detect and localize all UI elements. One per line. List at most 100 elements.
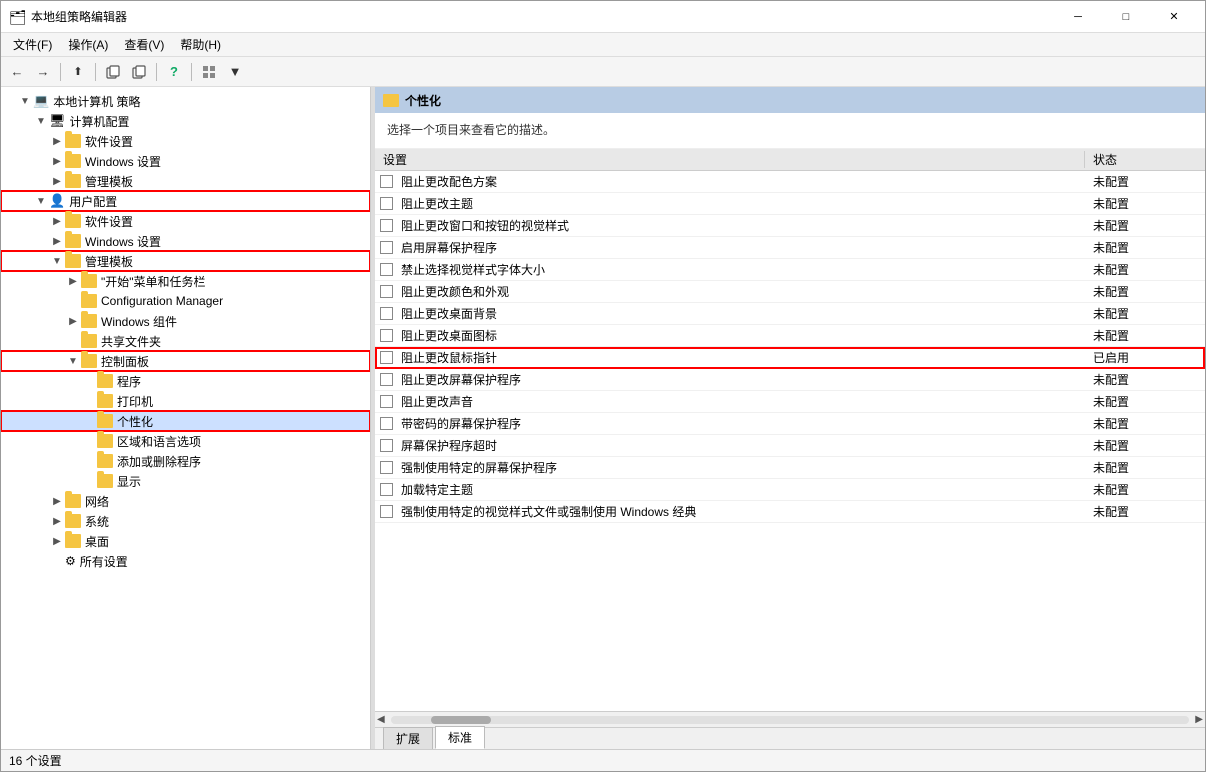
printers-folder-icon: [97, 394, 113, 408]
tree-config-manager[interactable]: ▶ Configuration Manager: [1, 291, 370, 311]
policy-row[interactable]: 阻止更改窗口和按钮的视觉样式 未配置: [375, 215, 1205, 237]
tree-control-panel-label: 控制面板: [101, 353, 149, 370]
policy-row[interactable]: 屏幕保护程序超时 未配置: [375, 435, 1205, 457]
start-menu-toggle[interactable]: ▶: [65, 273, 81, 289]
policy-row[interactable]: 强制使用特定的屏幕保护程序 未配置: [375, 457, 1205, 479]
scroll-thumb[interactable]: [431, 716, 491, 724]
software-settings-1-toggle[interactable]: ▶: [49, 133, 65, 149]
policy-icon-square-8: [380, 351, 393, 364]
policy-row[interactable]: 阻止更改配色方案 未配置: [375, 171, 1205, 193]
tree-user-config-label: 用户配置: [69, 193, 117, 210]
user-config-toggle[interactable]: ▼: [33, 193, 49, 209]
menu-bar: 文件(F) 操作(A) 查看(V) 帮助(H): [1, 33, 1205, 57]
policy-text-4: 禁止选择视觉样式字体大小: [401, 261, 1085, 278]
tree-windows-settings-2[interactable]: ▶ Windows 设置: [1, 231, 370, 251]
system-toggle[interactable]: ▶: [49, 513, 65, 529]
tree-shared-folders[interactable]: ▶ 共享文件夹: [1, 331, 370, 351]
view-button[interactable]: [197, 61, 221, 83]
menu-view[interactable]: 查看(V): [116, 34, 172, 55]
tab-expand[interactable]: 扩展: [383, 727, 433, 749]
scroll-left-btn[interactable]: ◀: [375, 714, 387, 725]
policy-row[interactable]: 阻止更改桌面背景 未配置: [375, 303, 1205, 325]
policy-status-9: 未配置: [1085, 371, 1205, 388]
tree-printers[interactable]: ▶ 打印机: [1, 391, 370, 411]
up-button[interactable]: ⬆: [66, 61, 90, 83]
policy-icon-square-7: [380, 329, 393, 342]
policy-icon-square-14: [380, 483, 393, 496]
tree-regional-options[interactable]: ▶ 区域和语言选项: [1, 431, 370, 451]
tree-panel[interactable]: ▼ 💻 本地计算机 策略 ▼ 🖥 计算机配置 ▶ 软件设置: [1, 87, 371, 749]
close-button[interactable]: ✕: [1151, 3, 1197, 31]
scroll-track[interactable]: [391, 716, 1190, 724]
policy-row[interactable]: 加载特定主题 未配置: [375, 479, 1205, 501]
policy-row[interactable]: 阻止更改声音 未配置: [375, 391, 1205, 413]
tree-root[interactable]: ▼ 💻 本地计算机 策略: [1, 91, 370, 111]
control-panel-folder-icon: [81, 354, 97, 368]
policy-row[interactable]: 阻止更改颜色和外观 未配置: [375, 281, 1205, 303]
policy-row[interactable]: 阻止更改桌面图标 未配置: [375, 325, 1205, 347]
policy-status-8: 已启用: [1085, 349, 1205, 366]
policy-row[interactable]: 禁止选择视觉样式字体大小 未配置: [375, 259, 1205, 281]
tree-software-settings-1[interactable]: ▶ 软件设置: [1, 131, 370, 151]
forward-button[interactable]: →: [31, 61, 55, 83]
policy-icon-8: [379, 349, 397, 367]
desktop-toggle[interactable]: ▶: [49, 533, 65, 549]
windows-settings-2-toggle[interactable]: ▶: [49, 233, 65, 249]
tree-windows-components[interactable]: ▶ Windows 组件: [1, 311, 370, 331]
policy-row[interactable]: 阻止更改主题 未配置: [375, 193, 1205, 215]
tree-software-settings-2[interactable]: ▶ 软件设置: [1, 211, 370, 231]
root-toggle[interactable]: ▼: [17, 93, 33, 109]
tree-desktop[interactable]: ▶ 桌面: [1, 531, 370, 551]
tree-programs[interactable]: ▶ 程序: [1, 371, 370, 391]
computer-config-toggle[interactable]: ▼: [33, 113, 49, 129]
policy-text-1: 阻止更改主题: [401, 195, 1085, 212]
tree-user-config[interactable]: ▼ 👤 用户配置: [1, 191, 370, 211]
scroll-right-btn[interactable]: ▶: [1193, 714, 1205, 725]
windows-components-toggle[interactable]: ▶: [65, 313, 81, 329]
policy-icon-10: [379, 393, 397, 411]
copy-button-2[interactable]: [127, 61, 151, 83]
horizontal-scrollbar[interactable]: ◀ ▶: [375, 711, 1205, 727]
menu-help[interactable]: 帮助(H): [172, 34, 229, 55]
policy-row-highlighted[interactable]: 阻止更改鼠标指针 已启用: [375, 347, 1205, 369]
policy-icon-6: [379, 305, 397, 323]
network-toggle[interactable]: ▶: [49, 493, 65, 509]
policy-status-13: 未配置: [1085, 459, 1205, 476]
menu-file[interactable]: 文件(F): [5, 34, 60, 55]
tree-admin-templates-1[interactable]: ▶ 管理模板: [1, 171, 370, 191]
tree-computer-config[interactable]: ▼ 🖥 计算机配置: [1, 111, 370, 131]
tree-admin-templates-2[interactable]: ▼ 管理模板: [1, 251, 370, 271]
tree-admin-templates-2-label: 管理模板: [85, 253, 133, 270]
tab-standard[interactable]: 标准: [435, 726, 485, 749]
tree-start-menu[interactable]: ▶ "开始"菜单和任务栏: [1, 271, 370, 291]
policy-row[interactable]: 启用屏幕保护程序 未配置: [375, 237, 1205, 259]
tree-personalization[interactable]: ▶ 个性化: [1, 411, 370, 431]
programs-folder-icon: [97, 374, 113, 388]
tree-display[interactable]: ▶ 显示: [1, 471, 370, 491]
tree-all-settings[interactable]: ▶ ⚙ 所有设置: [1, 551, 370, 571]
policy-row[interactable]: 阻止更改屏幕保护程序 未配置: [375, 369, 1205, 391]
software-settings-2-toggle[interactable]: ▶: [49, 213, 65, 229]
dropdown-button[interactable]: ▼: [223, 61, 247, 83]
menu-action[interactable]: 操作(A): [60, 34, 116, 55]
tree-control-panel[interactable]: ▼ 控制面板: [1, 351, 370, 371]
copy-button-1[interactable]: [101, 61, 125, 83]
windows-settings-1-toggle[interactable]: ▶: [49, 153, 65, 169]
policy-row[interactable]: 强制使用特定的视觉样式文件或强制使用 Windows 经典 未配置: [375, 501, 1205, 523]
system-folder-icon: [65, 514, 81, 528]
policy-row[interactable]: 带密码的屏幕保护程序 未配置: [375, 413, 1205, 435]
minimize-button[interactable]: ─: [1055, 3, 1101, 31]
admin-templates-2-toggle[interactable]: ▼: [49, 253, 65, 269]
window-controls: ─ □ ✕: [1055, 3, 1197, 31]
help-button[interactable]: ?: [162, 61, 186, 83]
tree-add-remove[interactable]: ▶ 添加或删除程序: [1, 451, 370, 471]
tree-system[interactable]: ▶ 系统: [1, 511, 370, 531]
admin-templates-2-folder-icon: [65, 254, 81, 268]
admin-templates-1-toggle[interactable]: ▶: [49, 173, 65, 189]
control-panel-toggle[interactable]: ▼: [65, 353, 81, 369]
tree-windows-settings-1[interactable]: ▶ Windows 设置: [1, 151, 370, 171]
tree-network[interactable]: ▶ 网络: [1, 491, 370, 511]
policy-list[interactable]: 设置 状态 阻止更改配色方案 未配置 阻止更改主题 未配置 阻止更改窗口和按钮的…: [375, 149, 1205, 711]
back-button[interactable]: ←: [5, 61, 29, 83]
maximize-button[interactable]: □: [1103, 3, 1149, 31]
